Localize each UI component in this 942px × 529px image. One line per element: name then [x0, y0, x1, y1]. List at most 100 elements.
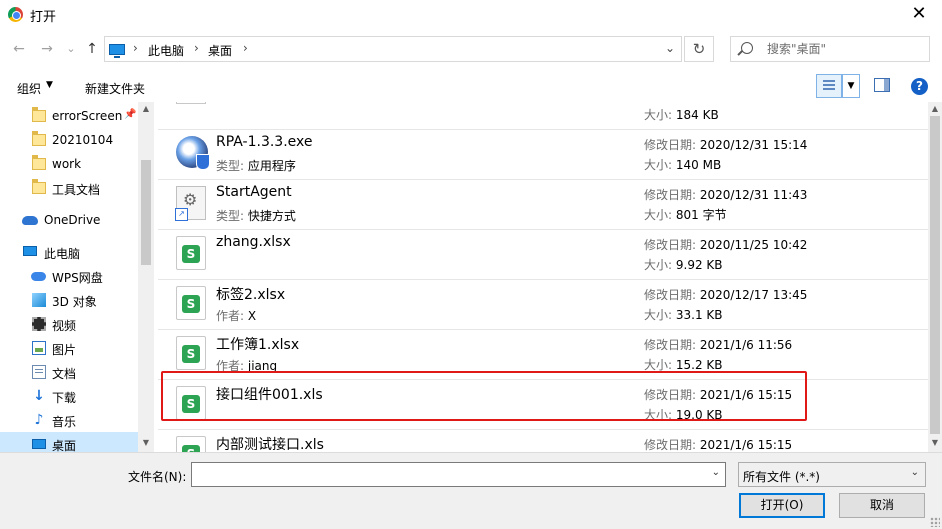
dialog-footer: 文件名(N): ⌄ 所有文件 (*.*) ⌄ 打开(O) 取消: [0, 452, 942, 529]
type-label: 类型:: [216, 209, 245, 223]
video-icon: [32, 317, 46, 331]
file-size: 大小: 801 字节: [644, 206, 727, 223]
back-button[interactable]: ←: [10, 40, 28, 58]
computer-icon: [109, 44, 125, 58]
filename-dropdown-icon[interactable]: ⌄: [712, 467, 720, 478]
sidebar-item-label: 文档: [52, 367, 77, 381]
sidebar-item-errorscreen[interactable]: errorScreen 📌: [0, 104, 138, 128]
close-button[interactable]: ✕: [896, 0, 942, 30]
filetype-dropdown-icon[interactable]: ⌄: [911, 467, 919, 478]
folder-icon: [32, 131, 46, 146]
file-size: 大小: 140 MB: [644, 156, 721, 173]
sidebar-item-desktop[interactable]: 桌面: [0, 432, 138, 452]
list-item[interactable]: StartAgent 类型: 快捷方式 修改日期: 2020/12/31 11:…: [158, 180, 928, 230]
refresh-button[interactable]: ↻: [684, 36, 714, 62]
view-details-icon[interactable]: [816, 74, 842, 98]
breadcrumb-separator[interactable]: ›: [133, 41, 138, 55]
sidebar-item-work[interactable]: work: [0, 152, 138, 176]
new-folder-button[interactable]: 新建文件夹: [85, 80, 145, 97]
sidebar-item-tool-docs[interactable]: 工具文档: [0, 176, 138, 200]
search-input[interactable]: [767, 40, 917, 58]
computer-icon: [23, 246, 37, 256]
address-dropdown-icon[interactable]: ⌄: [665, 41, 675, 55]
filename-combobox[interactable]: ⌄: [191, 462, 726, 487]
sidebar-item-wps-cloud[interactable]: WPS网盘: [0, 264, 138, 288]
file-name: 接口组件001.xls: [216, 387, 323, 403]
scroll-down-arrow[interactable]: ▼: [928, 438, 942, 447]
view-options-dropdown[interactable]: ▼: [842, 74, 860, 98]
up-button[interactable]: ↑: [83, 40, 101, 58]
list-item[interactable]: zhang.xlsx 修改日期: 2020/11/25 10:42 大小: 9.…: [158, 230, 928, 280]
size-label: 大小:: [644, 408, 673, 422]
date-value: 2021/1/6 15:15: [699, 438, 793, 452]
window-title: 打开: [30, 10, 57, 25]
file-name: 标签2.xlsx: [216, 287, 286, 303]
filename-input[interactable]: [195, 466, 695, 483]
scroll-up-arrow[interactable]: ▲: [138, 104, 154, 113]
wps-cloud-icon: [31, 272, 46, 281]
list-item[interactable]: RPA-1.3.3.exe 类型: 应用程序 修改日期: 2020/12/31 …: [158, 130, 928, 180]
date-label: 修改日期:: [644, 438, 697, 452]
list-item[interactable]: 接口组件001.xls 修改日期: 2021/1/6 15:15 大小: 19.…: [158, 380, 928, 430]
help-icon[interactable]: ?: [911, 78, 928, 95]
size-value: 9.92 KB: [675, 258, 723, 272]
sidebar-item-videos[interactable]: 视频: [0, 312, 138, 336]
file-size: 大小: 19.0 KB: [644, 406, 723, 423]
breadcrumb-separator[interactable]: ›: [243, 41, 248, 55]
scroll-up-arrow[interactable]: ▲: [928, 104, 942, 113]
size-value: 15.2 KB: [675, 358, 723, 372]
download-icon: ↓: [33, 388, 45, 404]
onedrive-icon: [22, 216, 38, 225]
sidebar-item-pictures[interactable]: 图片: [0, 336, 138, 360]
list-item[interactable]: 标签2.xlsx 作者: X 修改日期: 2020/12/17 13:45 大小…: [158, 280, 928, 330]
filetype-select[interactable]: 所有文件 (*.*) ⌄: [738, 462, 926, 487]
file-type: 类型: 应用程序: [216, 157, 296, 174]
recent-locations-dropdown[interactable]: ⌄: [62, 40, 80, 58]
desktop-icon: [32, 439, 46, 449]
documents-icon: [32, 365, 46, 379]
breadcrumb-desktop[interactable]: 桌面: [208, 42, 232, 59]
sidebar-item-label: 此电脑: [44, 247, 81, 261]
sidebar-item-this-pc[interactable]: 此电脑: [0, 240, 138, 264]
sidebar-item-3d-objects[interactable]: 3D 对象: [0, 288, 138, 312]
breadcrumb-separator[interactable]: ›: [194, 41, 199, 55]
scroll-down-arrow[interactable]: ▼: [138, 438, 154, 447]
sidebar-item-music[interactable]: ♪ 音乐: [0, 408, 138, 432]
resize-grip[interactable]: [930, 517, 940, 527]
file-icon: [176, 102, 206, 104]
sidebar-item-onedrive[interactable]: OneDrive: [0, 208, 138, 232]
search-box[interactable]: [730, 36, 930, 62]
cancel-button[interactable]: 取消: [839, 493, 925, 518]
list-item[interactable]: 工作簿1.xlsx 作者: jiang 修改日期: 2021/1/6 11:56…: [158, 330, 928, 380]
file-type: 类型: 快捷方式: [216, 207, 296, 224]
list-item[interactable]: 内部测试接口.xls 修改日期: 2021/1/6 15:15: [158, 430, 928, 452]
list-item[interactable]: 大小: 184 KB: [158, 102, 928, 130]
author-value: jiang: [247, 359, 278, 373]
sidebar-item-20210104[interactable]: 20210104: [0, 128, 138, 152]
file-list-scrollbar[interactable]: ▲ ▼: [928, 102, 942, 452]
sidebar-item-label: 图片: [52, 343, 77, 357]
file-date: 修改日期: 2020/12/31 15:14: [644, 136, 807, 153]
date-label: 修改日期:: [644, 388, 697, 402]
file-date: 修改日期: 2020/12/31 11:43: [644, 186, 807, 203]
file-size: 大小: 33.1 KB: [644, 306, 723, 323]
pictures-icon: [32, 341, 46, 355]
sidebar-item-downloads[interactable]: ↓ 下载: [0, 384, 138, 408]
scrollbar-thumb[interactable]: [141, 160, 151, 265]
address-bar[interactable]: › 此电脑 › 桌面 › ⌄: [104, 36, 682, 62]
forward-button[interactable]: →: [38, 40, 56, 58]
date-label: 修改日期:: [644, 338, 697, 352]
type-label: 类型:: [216, 159, 245, 173]
open-button[interactable]: 打开(O): [739, 493, 825, 518]
sidebar-item-documents[interactable]: 文档: [0, 360, 138, 384]
file-name: StartAgent: [216, 184, 292, 200]
sidebar-scrollbar[interactable]: ▲ ▼: [138, 102, 154, 452]
preview-pane-icon[interactable]: [874, 78, 890, 92]
folder-icon: [32, 155, 46, 170]
file-list: 大小: 184 KB RPA-1.3.3.exe 类型: 应用程序 修改日期: …: [158, 102, 928, 452]
organize-dropdown-icon[interactable]: ▼: [46, 80, 53, 90]
scrollbar-thumb[interactable]: [930, 116, 940, 434]
organize-button[interactable]: 组织: [17, 80, 41, 97]
breadcrumb-this-pc[interactable]: 此电脑: [148, 42, 184, 59]
file-date: 修改日期: 2021/1/6 15:15: [644, 436, 792, 452]
